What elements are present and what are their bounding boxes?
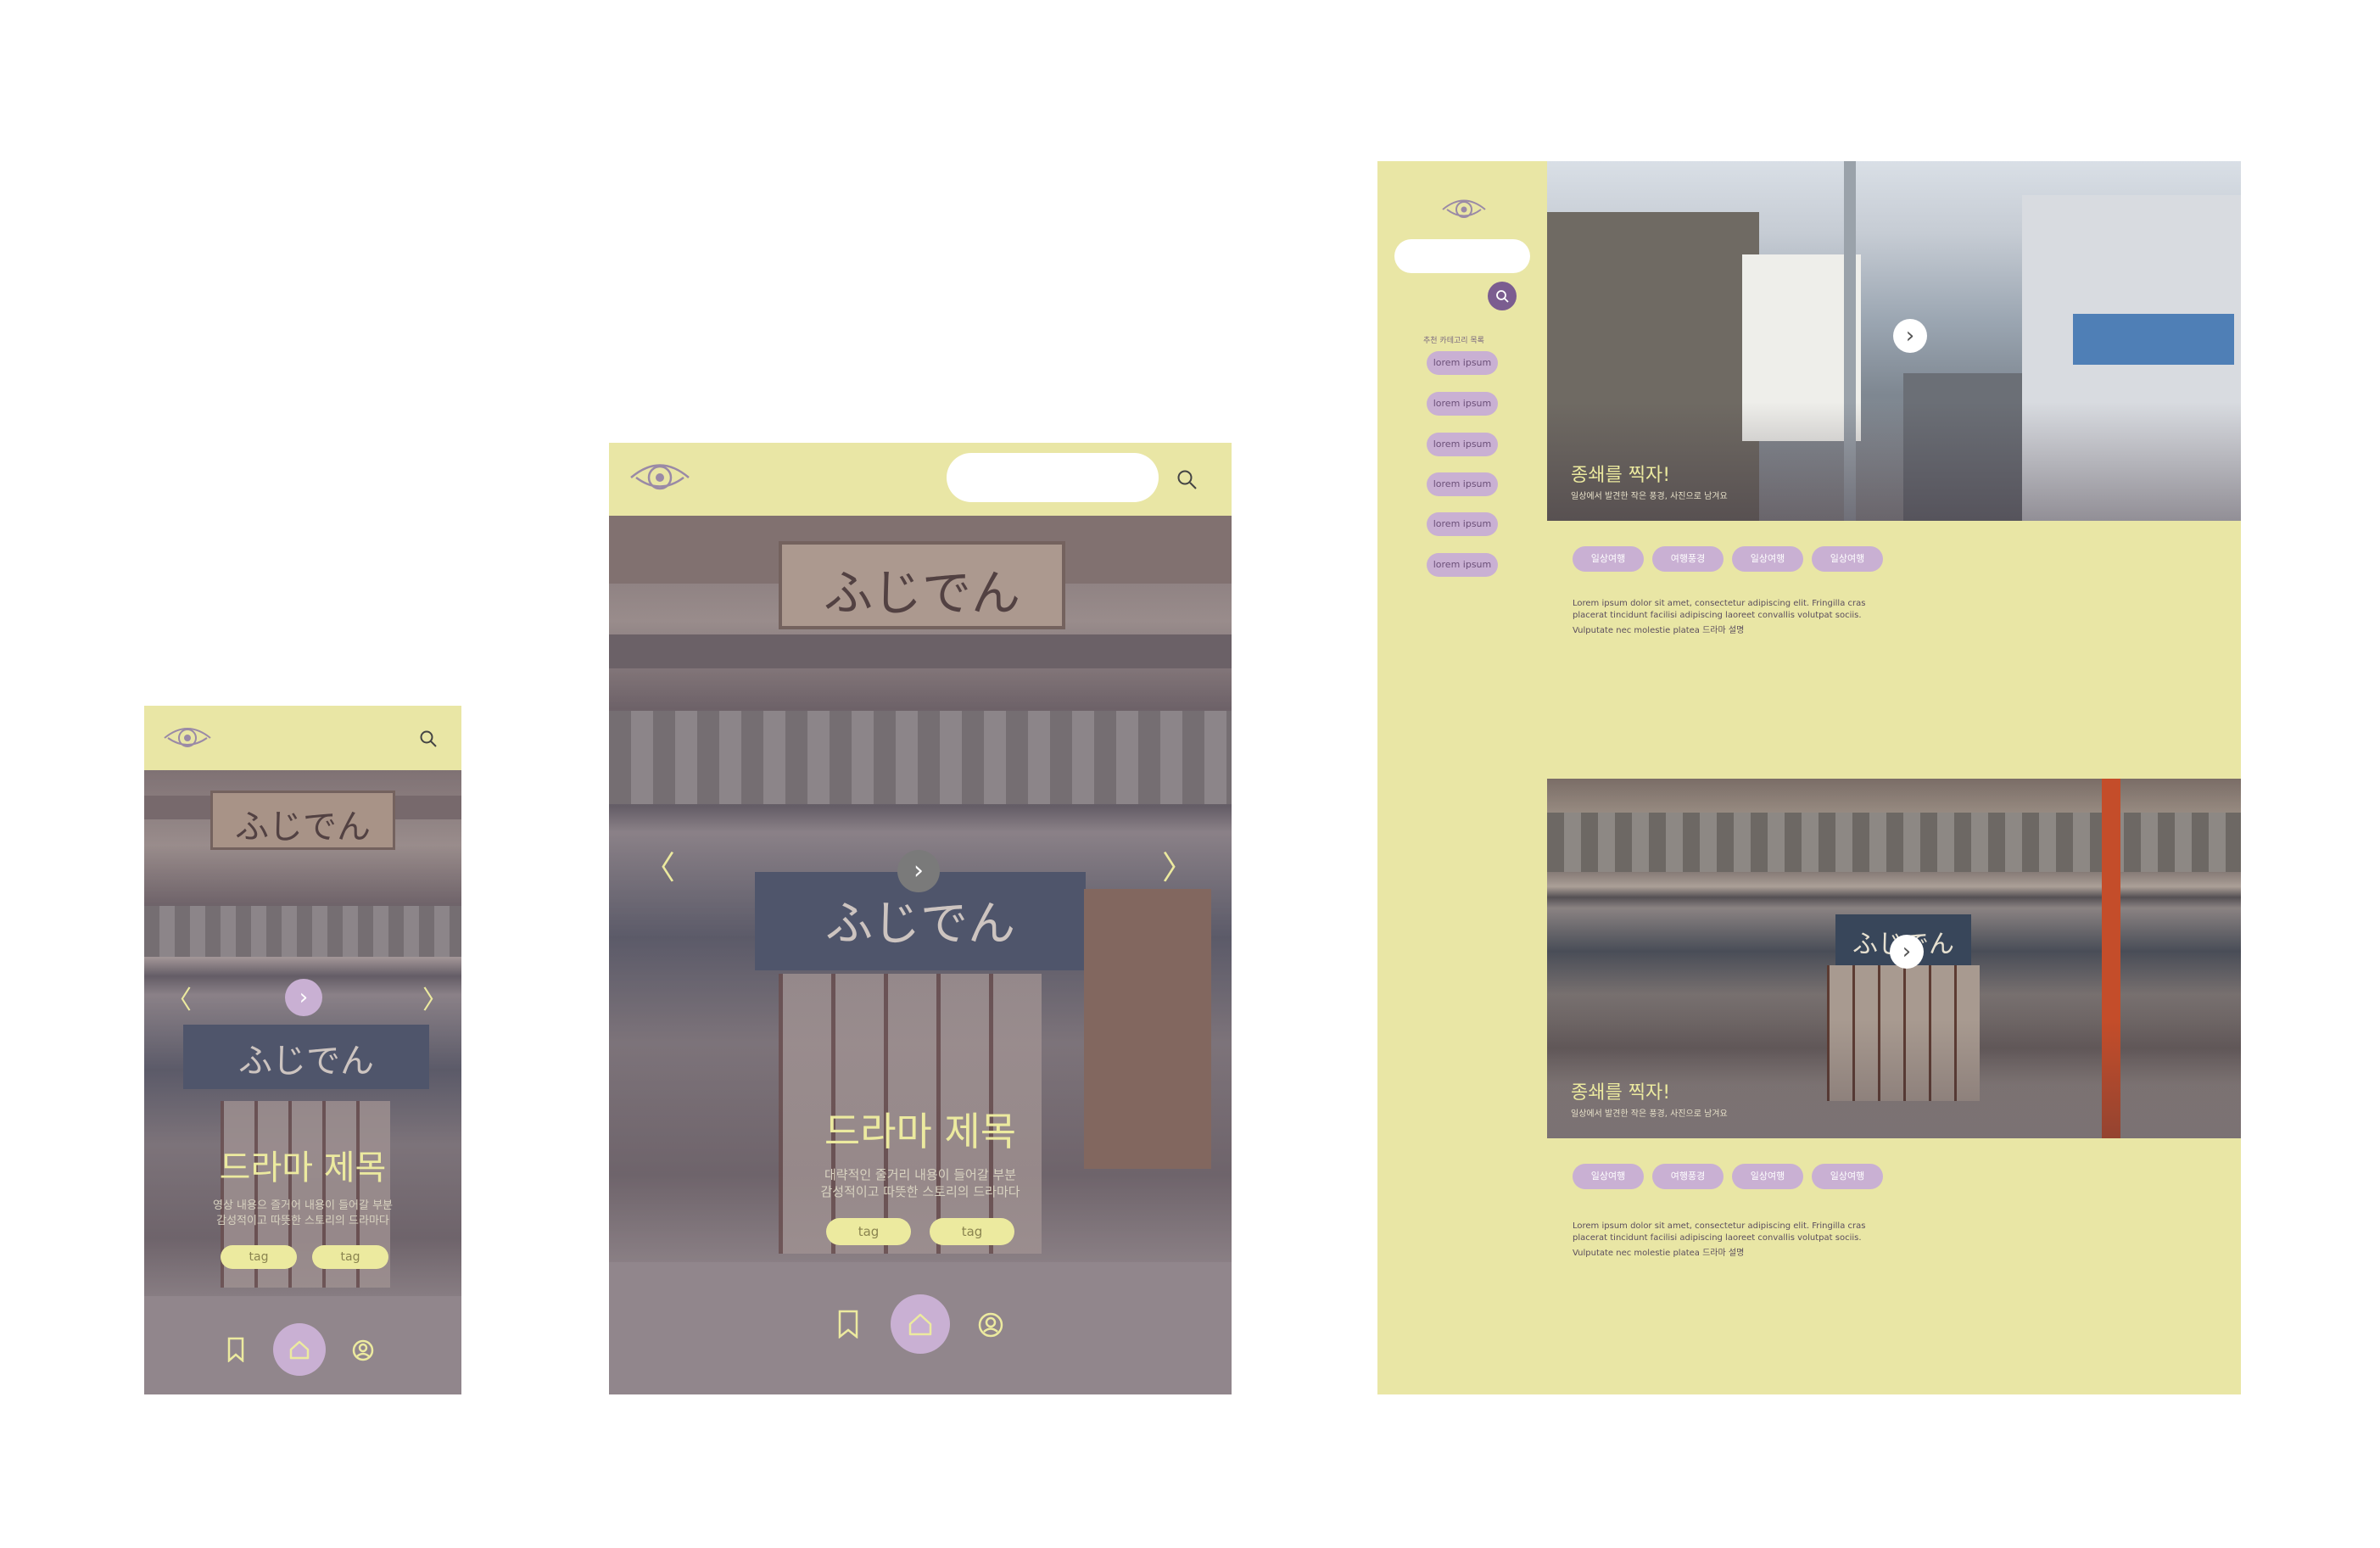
card-1-caption: 일상에서 발견한 작은 풍경, 사진으로 남겨요 [1571,492,1728,501]
mobile-tag-2[interactable]: tag [312,1245,388,1269]
card-2-chip-1[interactable]: 일상여행 [1573,1164,1644,1189]
card-1-title: 종쇄를 찍자! [1571,465,1671,486]
mobile-drama-title: 드라마 제목 [219,1148,387,1188]
sidebar-item-5[interactable]: lorem ipsum [1427,512,1498,536]
card-1-next-button[interactable]: › [1893,319,1927,353]
card-2-title: 종쇄를 찍자! [1571,1082,1671,1104]
home-icon [908,1313,932,1336]
sidebar-item-2[interactable]: lorem ipsum [1427,392,1498,416]
sidebar-item-3[interactable]: lorem ipsum [1427,433,1498,456]
card-2-chip-3[interactable]: 일상여행 [1732,1164,1803,1189]
card-1-chip-3[interactable]: 일상여행 [1732,546,1803,572]
card-1-chip-2[interactable]: 여행풍경 [1652,546,1724,572]
mobile-subtitle-1: 영상 내용으 즐거어 내용이 들어갈 부분 [212,1199,394,1212]
search-icon[interactable] [419,729,438,748]
card-2-image[interactable]: ふじでん › 종쇄를 찍자! 일상에서 발견한 작은 풍경, 사진으로 남겨요 [1547,779,2241,1138]
chevron-left-icon[interactable]: 〈 [643,841,675,888]
profile-icon[interactable] [977,1311,1004,1338]
chevron-left-icon[interactable]: 〈 [166,979,192,1016]
card-1-image[interactable]: › 종쇄를 찍자! 일상에서 발견한 작은 풍경, 사진으로 남겨요 [1547,161,2241,521]
carousel-next-button[interactable]: › [285,979,322,1016]
home-icon [289,1340,310,1360]
carousel-next-button[interactable]: › [897,850,940,892]
search-input[interactable] [947,453,1159,502]
card-2-body-1: Lorem ipsum dolor sit amet, consectetur … [1573,1221,1866,1231]
card-2-body-3: Vulputate nec molestie platea 드라마 설명 [1573,1249,1745,1258]
bookmark-icon[interactable] [226,1337,246,1362]
mobile-hero-image: ふじでん ふじでん [144,770,461,1394]
card-1-chip-1[interactable]: 일상여행 [1573,546,1644,572]
tablet-overlay [609,516,1232,1394]
card-1-chip-4[interactable]: 일상여행 [1812,546,1883,572]
chevron-right-icon[interactable]: 〉 [422,979,448,1016]
eye-logo-icon[interactable] [161,723,214,753]
bookmark-icon[interactable] [836,1310,860,1338]
mobile-tag-1[interactable]: tag [221,1245,297,1269]
search-icon [1496,290,1509,303]
chevron-right-icon[interactable]: 〉 [1162,841,1194,888]
profile-icon[interactable] [351,1338,375,1362]
card-2-caption: 일상에서 발견한 작은 풍경, 사진으로 남겨요 [1571,1109,1728,1119]
mobile-header [144,706,461,770]
tablet-header [609,443,1232,516]
tablet-subtitle-1: 대략적인 줄거리 내용이 들어갈 부분 [824,1167,1017,1182]
mobile-overlay [144,770,461,1394]
card-1-body-2: placerat tincidunt facilisi adipiscing l… [1573,611,1862,620]
card-2-awning [1547,813,2241,872]
tablet-tag-2[interactable]: tag [930,1218,1014,1245]
tablet-subtitle-2: 감성적이고 따뜻한 스토리의 드라마다 [820,1184,1020,1199]
mobile-frame: ふじでん ふじでん 〈 〉 › 드라마 제목 영상 내용으 즐거어 내용이 들어… [144,706,461,1394]
tablet-frame: ふじでん ふじでん 〈 〉 › 드라마 제목 대략적인 줄거리 내용이 들어갈 … [609,443,1232,1394]
card-2-chip-4[interactable]: 일상여행 [1812,1164,1883,1189]
search-input[interactable] [1394,239,1530,273]
card-2-body-2: placerat tincidunt facilisi adipiscing l… [1573,1233,1862,1243]
card-1-body-3: Vulputate nec molestie platea 드라마 설명 [1573,626,1745,635]
card-1-body-1: Lorem ipsum dolor sit amet, consectetur … [1573,599,1866,608]
tablet-hero-image: ふじでん ふじでん [609,516,1232,1394]
eye-logo-icon[interactable] [1440,195,1488,224]
desktop-frame: 추천 카테고리 목록 lorem ipsum lorem ipsum lorem… [1377,161,2241,1394]
eye-logo-icon[interactable] [628,458,692,497]
card-2-next-button[interactable]: › [1890,935,1924,969]
card-2-chip-2[interactable]: 여행풍경 [1652,1164,1724,1189]
search-icon[interactable] [1176,468,1198,490]
sidebar-item-4[interactable]: lorem ipsum [1427,472,1498,496]
sidebar-item-6[interactable]: lorem ipsum [1427,553,1498,577]
tablet-tag-1[interactable]: tag [826,1218,911,1245]
tablet-drama-title: 드라마 제목 [824,1109,1017,1154]
card-1-blue-roof [2073,314,2234,365]
sidebar-heading: 추천 카테고리 목록 [1423,337,1484,345]
mobile-subtitle-2: 감성적이고 따뜻한 스토리의 드라마다 [216,1215,389,1227]
sidebar-item-1[interactable]: lorem ipsum [1427,351,1498,375]
